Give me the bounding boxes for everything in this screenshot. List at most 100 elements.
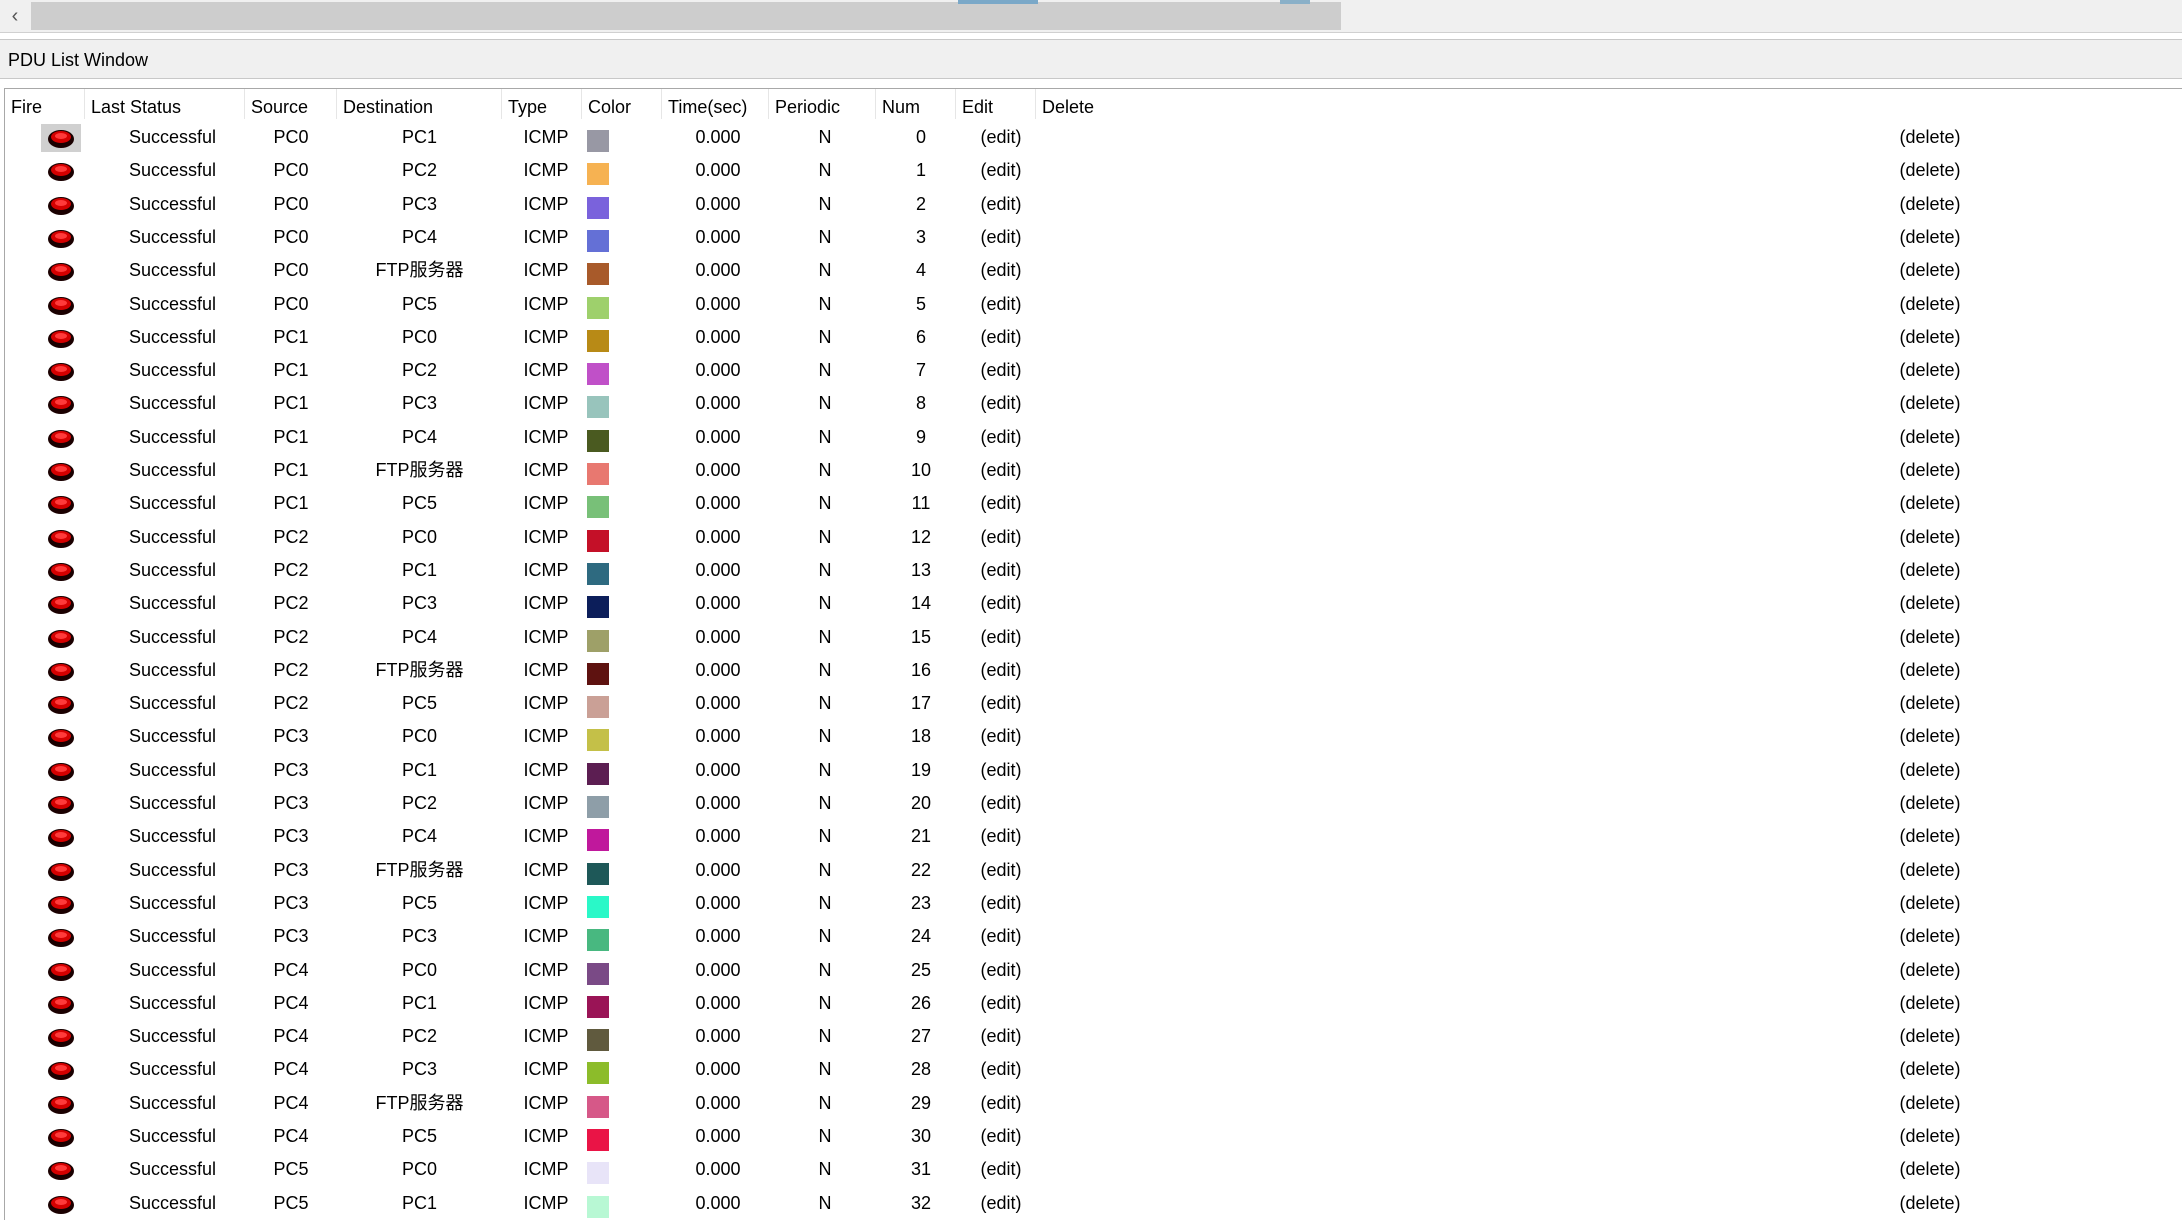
edit-link[interactable]: (edit) [956,354,1046,387]
delete-link[interactable]: (delete) [1875,1153,1985,1186]
edit-link[interactable]: (edit) [956,587,1046,620]
table-row[interactable]: Successful PC0 PC2 ICMP 0.000 N 1 (edit)… [5,154,2182,187]
edit-link[interactable]: (edit) [956,954,1046,987]
edit-link[interactable]: (edit) [956,1087,1046,1120]
edit-link[interactable]: (edit) [956,687,1046,720]
fire-button[interactable] [41,224,81,252]
delete-link[interactable]: (delete) [1875,820,1985,853]
fire-button[interactable] [41,291,81,319]
fire-button[interactable] [41,1056,81,1084]
delete-link[interactable]: (delete) [1875,887,1985,920]
fire-button[interactable] [41,890,81,918]
edit-link[interactable]: (edit) [956,554,1046,587]
edit-link[interactable]: (edit) [956,654,1046,687]
fire-button[interactable] [41,357,81,385]
table-row[interactable]: Successful PC5 PC0 ICMP 0.000 N 31 (edit… [5,1153,2182,1186]
delete-link[interactable]: (delete) [1875,954,1985,987]
edit-link[interactable]: (edit) [956,754,1046,787]
table-row[interactable]: Successful PC1 FTP服务器 ICMP 0.000 N 10 (e… [5,454,2182,487]
edit-link[interactable]: (edit) [956,854,1046,887]
fire-button[interactable] [41,590,81,618]
fire-button[interactable] [41,424,81,452]
delete-link[interactable]: (delete) [1875,121,1985,154]
table-row[interactable]: Successful PC4 PC5 ICMP 0.000 N 30 (edit… [5,1120,2182,1153]
delete-link[interactable]: (delete) [1875,754,1985,787]
fire-button[interactable] [41,1090,81,1118]
fire-button[interactable] [41,624,81,652]
table-row[interactable]: Successful PC2 PC5 ICMP 0.000 N 17 (edit… [5,687,2182,720]
edit-link[interactable]: (edit) [956,1020,1046,1053]
col-periodic[interactable]: Periodic [769,89,876,119]
fire-button[interactable] [41,857,81,885]
fire-button[interactable] [41,1123,81,1151]
delete-link[interactable]: (delete) [1875,188,1985,221]
fire-button[interactable] [41,524,81,552]
fire-button[interactable] [41,557,81,585]
delete-link[interactable]: (delete) [1875,321,1985,354]
edit-link[interactable]: (edit) [956,1053,1046,1086]
fire-button[interactable] [41,490,81,518]
delete-link[interactable]: (delete) [1875,454,1985,487]
delete-link[interactable]: (delete) [1875,254,1985,287]
delete-link[interactable]: (delete) [1875,354,1985,387]
col-type[interactable]: Type [502,89,582,119]
table-row[interactable]: Successful PC3 PC5 ICMP 0.000 N 23 (edit… [5,887,2182,920]
table-row[interactable]: Successful PC3 PC1 ICMP 0.000 N 19 (edit… [5,754,2182,787]
delete-link[interactable]: (delete) [1875,920,1985,953]
col-delete[interactable]: Delete [1036,89,1146,119]
delete-link[interactable]: (delete) [1875,687,1985,720]
edit-link[interactable]: (edit) [956,521,1046,554]
col-source[interactable]: Source [245,89,337,119]
fire-button[interactable] [41,1156,81,1184]
delete-link[interactable]: (delete) [1875,1120,1985,1153]
table-row[interactable]: Successful PC3 PC3 ICMP 0.000 N 24 (edit… [5,920,2182,953]
fire-button[interactable] [41,957,81,985]
fire-button[interactable] [41,990,81,1018]
edit-link[interactable]: (edit) [956,254,1046,287]
table-row[interactable]: Successful PC1 PC2 ICMP 0.000 N 7 (edit)… [5,354,2182,387]
delete-link[interactable]: (delete) [1875,521,1985,554]
edit-link[interactable]: (edit) [956,787,1046,820]
delete-link[interactable]: (delete) [1875,154,1985,187]
edit-link[interactable]: (edit) [956,987,1046,1020]
col-destination[interactable]: Destination [337,89,502,119]
fire-button[interactable] [41,124,81,152]
table-row[interactable]: Successful PC0 PC5 ICMP 0.000 N 5 (edit)… [5,288,2182,321]
delete-link[interactable]: (delete) [1875,1020,1985,1053]
fire-button[interactable] [41,457,81,485]
table-row[interactable]: Successful PC3 FTP服务器 ICMP 0.000 N 22 (e… [5,854,2182,887]
edit-link[interactable]: (edit) [956,421,1046,454]
delete-link[interactable]: (delete) [1875,987,1985,1020]
horizontal-scrollbar[interactable]: ‹ [0,0,2182,33]
col-color[interactable]: Color [582,89,662,119]
fire-button[interactable] [41,657,81,685]
table-row[interactable]: Successful PC5 PC1 ICMP 0.000 N 32 (edit… [5,1187,2182,1220]
fire-button[interactable] [41,790,81,818]
delete-link[interactable]: (delete) [1875,621,1985,654]
scroll-left-arrow-icon[interactable]: ‹ [0,0,30,32]
delete-link[interactable]: (delete) [1875,554,1985,587]
table-row[interactable]: Successful PC2 PC3 ICMP 0.000 N 14 (edit… [5,587,2182,620]
delete-link[interactable]: (delete) [1875,421,1985,454]
table-row[interactable]: Successful PC2 FTP服务器 ICMP 0.000 N 16 (e… [5,654,2182,687]
fire-button[interactable] [41,191,81,219]
edit-link[interactable]: (edit) [956,920,1046,953]
edit-link[interactable]: (edit) [956,454,1046,487]
fire-button[interactable] [41,723,81,751]
delete-link[interactable]: (delete) [1875,654,1985,687]
table-row[interactable]: Successful PC3 PC4 ICMP 0.000 N 21 (edit… [5,820,2182,853]
table-row[interactable]: Successful PC4 PC2 ICMP 0.000 N 27 (edit… [5,1020,2182,1053]
fire-button[interactable] [41,390,81,418]
fire-button[interactable] [41,1023,81,1051]
edit-link[interactable]: (edit) [956,121,1046,154]
table-row[interactable]: Successful PC1 PC0 ICMP 0.000 N 6 (edit)… [5,321,2182,354]
delete-link[interactable]: (delete) [1875,1087,1985,1120]
fire-button[interactable] [41,757,81,785]
edit-link[interactable]: (edit) [956,387,1046,420]
edit-link[interactable]: (edit) [956,887,1046,920]
table-row[interactable]: Successful PC0 PC4 ICMP 0.000 N 3 (edit)… [5,221,2182,254]
table-row[interactable]: Successful PC2 PC1 ICMP 0.000 N 13 (edit… [5,554,2182,587]
fire-button[interactable] [41,923,81,951]
edit-link[interactable]: (edit) [956,720,1046,753]
table-row[interactable]: Successful PC3 PC0 ICMP 0.000 N 18 (edit… [5,720,2182,753]
